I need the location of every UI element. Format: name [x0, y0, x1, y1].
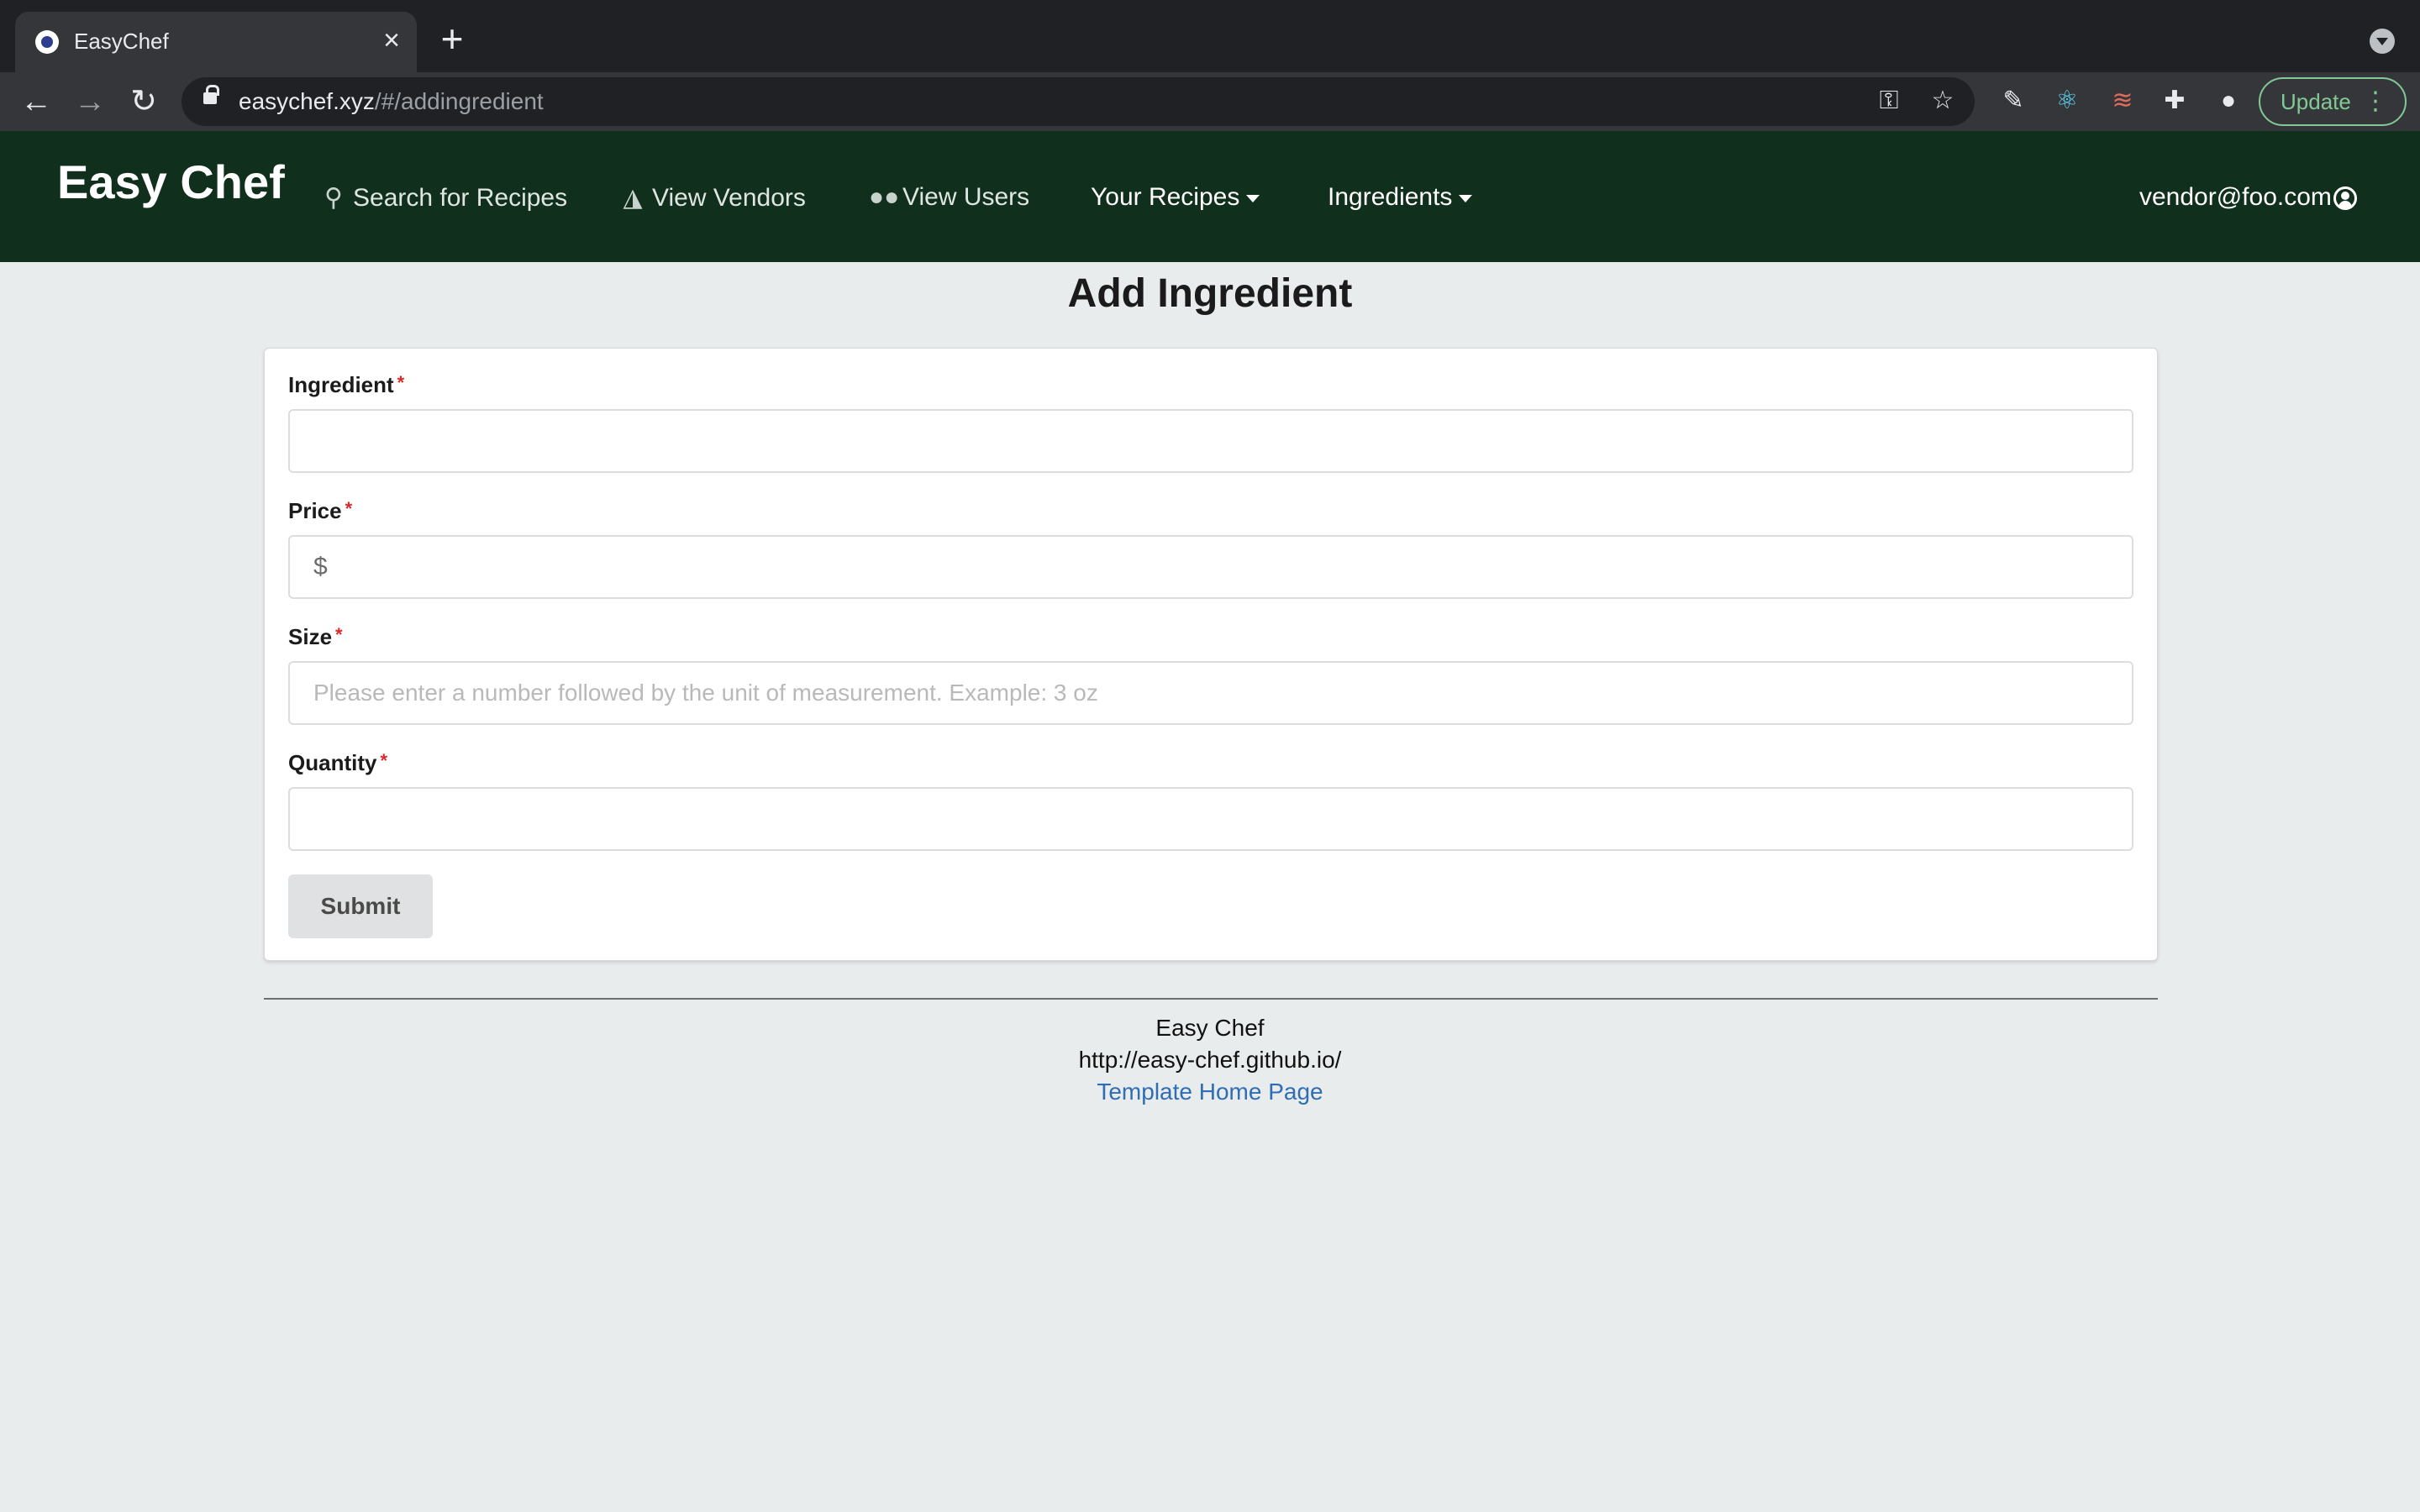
user-circle-icon: [2333, 186, 2357, 211]
more-vertical-icon[interactable]: ⋮: [2363, 79, 2388, 124]
footer-divider: [264, 998, 2158, 1000]
update-button[interactable]: Update ⋮: [2259, 77, 2407, 126]
quantity-input[interactable]: [288, 787, 2133, 851]
nav-ingredients-dropdown[interactable]: Ingredients: [1328, 183, 1473, 217]
pen-extension-icon[interactable]: ✎: [1998, 86, 2028, 116]
footer-url: http://easy-chef.github.io/: [1078, 1047, 1342, 1073]
nav-ingredients-label: Ingredients: [1328, 183, 1453, 211]
price-prefix: $: [313, 553, 328, 580]
reload-icon[interactable]: ↻: [126, 84, 161, 119]
caret-down-icon: [1459, 194, 1473, 202]
browser-tabstrip: EasyChef × +: [0, 0, 2420, 72]
browser-toolbar: ← → ↻ easychef.xyz/#/addingredient ⚿ ☆ ✎…: [0, 72, 2420, 131]
key-icon[interactable]: ⚿: [1874, 86, 1904, 116]
size-placeholder: Please enter a number followed by the un…: [313, 680, 1098, 706]
nav-your-recipes-label: Your Recipes: [1091, 183, 1240, 211]
footer-link-row: Template Home Page: [0, 1079, 2420, 1105]
ingredient-label: Ingredient *: [288, 372, 404, 398]
quantity-label: Quantity *: [288, 750, 387, 776]
nav-your-recipes-dropdown[interactable]: Your Recipes: [1091, 183, 1260, 217]
forward-arrow-icon[interactable]: →: [72, 84, 108, 119]
search-icon: ⚲: [324, 184, 343, 212]
extension-icon[interactable]: ≋: [2107, 86, 2138, 116]
app-navbar: Easy Chef ⚲ Search for Recipes ◮ View Vend…: [0, 131, 2420, 262]
size-input[interactable]: Please enter a number followed by the un…: [288, 661, 2133, 725]
browser-tab[interactable]: EasyChef ×: [15, 12, 417, 72]
price-label-text: Price: [288, 498, 342, 523]
react-extension-icon[interactable]: ⚛: [2052, 86, 2082, 116]
tab-search-icon[interactable]: [2370, 29, 2395, 54]
required-marker: *: [397, 372, 405, 393]
required-marker: *: [380, 750, 388, 771]
footer-name: Easy Chef: [1155, 1015, 1265, 1041]
url-text: easychef.xyz/#/addingredient: [239, 88, 544, 115]
ingredient-input[interactable]: [288, 409, 2133, 473]
submit-button[interactable]: Submit: [288, 874, 433, 938]
ingredient-label-text: Ingredient: [288, 372, 394, 397]
add-ingredient-form: Ingredient * Price * $ Size * Please enter …: [264, 348, 2158, 961]
template-home-page-link[interactable]: Template Home Page: [1097, 1079, 1323, 1105]
nav-search-recipes[interactable]: ⚲ Search for Recipes: [319, 183, 567, 217]
user-email: vendor@foo.com: [2139, 183, 2332, 211]
size-label-text: Size: [288, 624, 333, 649]
puzzle-icon[interactable]: ✚: [2160, 86, 2190, 116]
nav-user-menu[interactable]: vendor@foo.com: [2139, 183, 2357, 217]
close-tab-icon[interactable]: ×: [376, 25, 407, 55]
price-label: Price *: [288, 498, 352, 524]
price-input[interactable]: $: [288, 535, 2133, 599]
star-icon[interactable]: ☆: [1928, 86, 1958, 116]
tab-title: EasyChef: [74, 29, 169, 54]
required-marker: *: [335, 624, 343, 645]
page-title: Add Ingredient: [1067, 271, 1353, 316]
lock-icon: [203, 85, 219, 104]
caret-down-icon: [1246, 194, 1260, 202]
url-path: /#/addingredient: [374, 88, 544, 114]
nav-view-vendors[interactable]: ◮ View Vendors: [618, 183, 806, 217]
profile-icon[interactable]: ●: [2213, 86, 2244, 116]
update-label: Update: [2281, 89, 2351, 114]
users-icon: ●●: [869, 183, 900, 211]
shopping-basket-icon: ◮: [623, 184, 643, 212]
new-tab-icon[interactable]: +: [435, 19, 469, 58]
nav-search-recipes-label: Search for Recipes: [353, 184, 568, 212]
nav-view-users-label: View Users: [902, 183, 1030, 211]
quantity-label-text: Quantity: [288, 750, 377, 775]
address-bar[interactable]: easychef.xyz/#/addingredient ⚿ ☆: [182, 77, 1975, 126]
brand-logo[interactable]: Easy Chef: [57, 155, 285, 209]
back-arrow-icon[interactable]: ←: [18, 84, 54, 119]
required-marker: *: [345, 498, 353, 519]
nav-view-vendors-label: View Vendors: [652, 184, 806, 212]
favicon-icon: [35, 30, 59, 54]
nav-view-users[interactable]: ●● View Users: [869, 183, 1029, 217]
url-host: easychef.xyz: [239, 88, 375, 114]
size-label: Size *: [288, 624, 343, 650]
